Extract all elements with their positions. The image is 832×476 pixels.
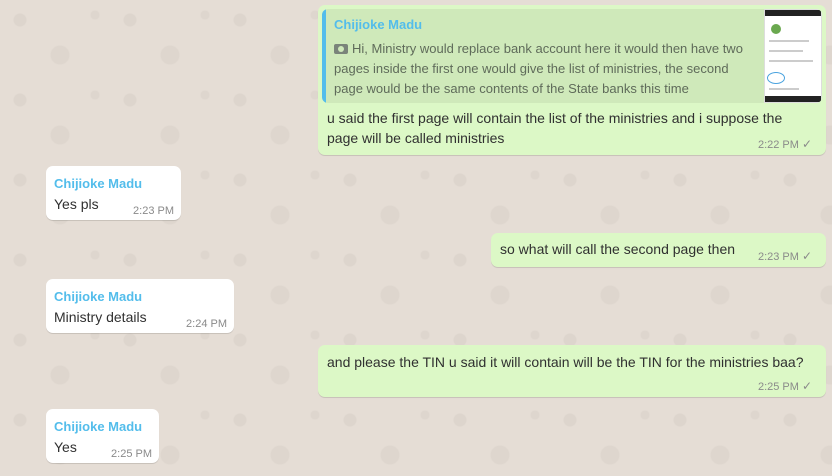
message-time: 2:23 PM xyxy=(133,205,174,217)
message-time: 2:23 PM xyxy=(757,251,799,263)
thumbnail-footer xyxy=(765,96,821,102)
thumbnail-line xyxy=(769,40,809,42)
message-bubble-outgoing[interactable]: and please the TIN u said it will contai… xyxy=(318,345,826,397)
quoted-text: Hi, Ministry would replace bank account … xyxy=(334,41,743,96)
thumbnail-highlight-oval xyxy=(767,72,785,84)
thumbnail-logo xyxy=(771,24,781,34)
quote-accent-bar xyxy=(322,9,326,103)
check-icon: ✓ xyxy=(801,249,812,263)
message-bubble-outgoing[interactable]: Chijioke Madu Hi, Ministry would replace… xyxy=(318,5,826,155)
message-text: u said the first page will contain the l… xyxy=(327,110,783,146)
quoted-message[interactable]: Chijioke Madu Hi, Ministry would replace… xyxy=(322,9,822,103)
message-bubble-incoming[interactable]: Chijioke Madu Yes pls 2:23 PM xyxy=(46,166,181,220)
message-time: 2:25 PM xyxy=(757,381,799,393)
message-time: 2:22 PM xyxy=(757,139,799,151)
message-time-block: 2:25 PM ✓ xyxy=(758,379,812,393)
quoted-image-thumbnail[interactable] xyxy=(764,9,822,103)
camera-icon xyxy=(334,44,348,54)
thumbnail-line xyxy=(769,50,803,52)
message-time: 2:24 PM xyxy=(186,318,227,330)
message-text: so what will call the second page then xyxy=(500,241,736,257)
message-bubble-incoming[interactable]: Chijioke Madu Yes 2:25 PM xyxy=(46,409,159,463)
message-time-block: 2:23 PM ✓ xyxy=(758,249,812,263)
message-text: Yes pls xyxy=(54,196,99,212)
thumbnail-header xyxy=(765,10,821,16)
sender-name: Chijioke Madu xyxy=(54,176,143,191)
thumbnail-line xyxy=(769,60,813,62)
check-icon: ✓ xyxy=(801,137,812,151)
check-icon: ✓ xyxy=(801,379,812,393)
message-bubble-outgoing[interactable]: so what will call the second page then 2… xyxy=(491,233,826,267)
message-text: Ministry details xyxy=(54,309,147,325)
message-bubble-incoming[interactable]: Chijioke Madu Ministry details 2:24 PM xyxy=(46,279,234,333)
message-text: and please the TIN u said it will contai… xyxy=(327,354,804,370)
message-time-block: 2:22 PM ✓ xyxy=(758,137,812,151)
sender-name: Chijioke Madu xyxy=(54,419,143,434)
message-text: Yes xyxy=(54,439,77,455)
sender-name: Chijioke Madu xyxy=(54,289,143,304)
quoted-sender-name: Chijioke Madu xyxy=(334,17,423,32)
message-time: 2:25 PM xyxy=(111,448,152,460)
quoted-text-block: Hi, Ministry would replace bank account … xyxy=(334,39,754,99)
thumbnail-line xyxy=(769,88,799,90)
